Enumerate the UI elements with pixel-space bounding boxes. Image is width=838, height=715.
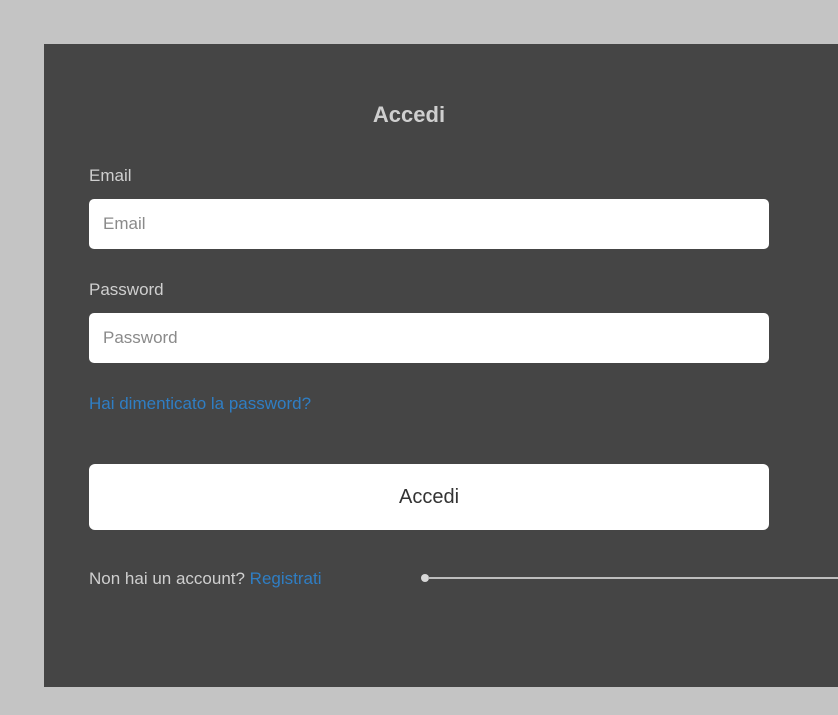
login-panel: Accedi Email Password Hai dimenticato la… xyxy=(44,44,838,687)
signup-link[interactable]: Registrati xyxy=(250,569,322,588)
password-input[interactable] xyxy=(89,313,769,363)
signup-prompt: Non hai un account? xyxy=(89,569,250,588)
login-title: Accedi xyxy=(372,102,446,127)
forgot-password-link[interactable]: Hai dimenticato la password? xyxy=(89,394,311,414)
password-label: Password xyxy=(89,280,164,299)
signup-row: Non hai un account? Registrati xyxy=(89,569,321,589)
callout-line xyxy=(428,577,838,579)
login-button[interactable]: Accedi xyxy=(89,464,769,530)
email-label: Email xyxy=(89,166,132,185)
email-input[interactable] xyxy=(89,199,769,249)
